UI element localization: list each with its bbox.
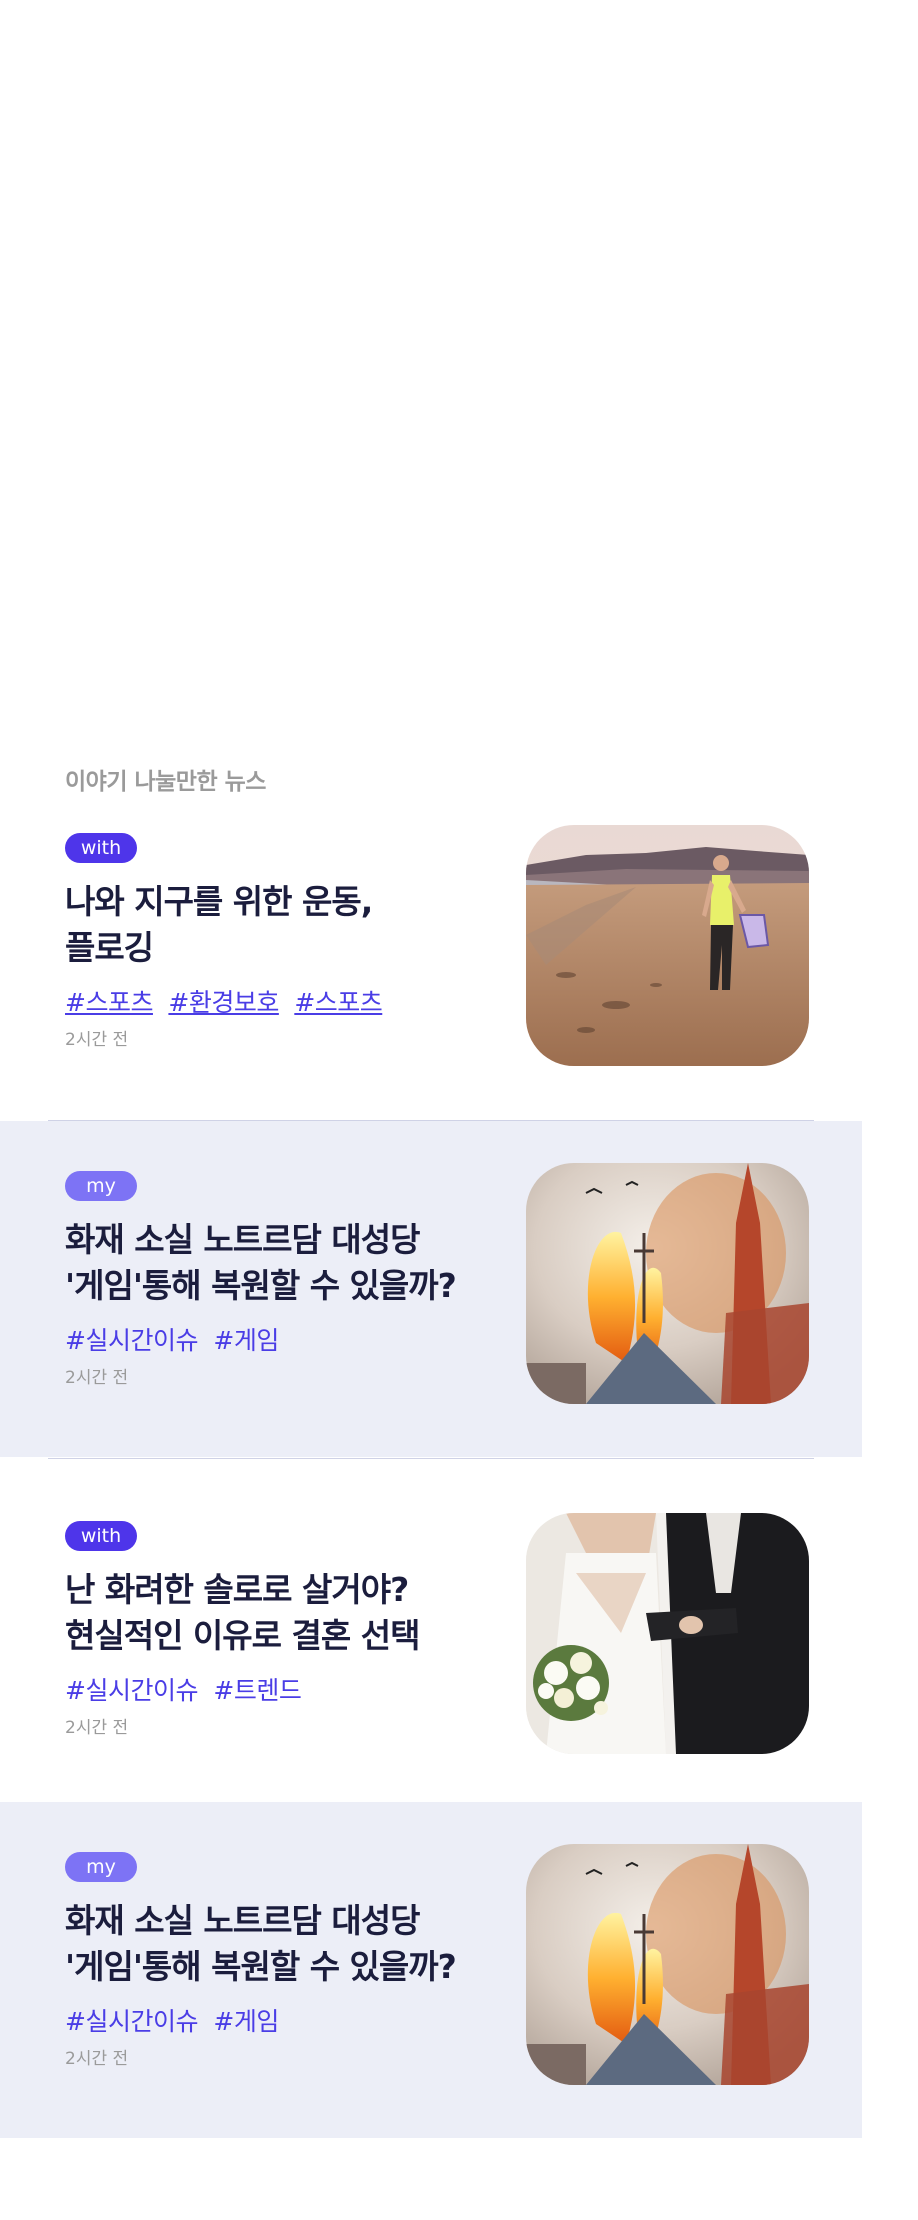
news-headline[interactable]: 화재 소실 노트르담 대성당 '게임'통해 복원할 수 있을까? bbox=[65, 1217, 545, 1309]
beach-runner-photo[interactable] bbox=[526, 825, 809, 1066]
hashtag-link[interactable]: #실시간이슈 bbox=[65, 2007, 198, 2036]
hashtag-link[interactable]: #실시간이슈 bbox=[65, 1676, 198, 1705]
hashtag-link[interactable]: #환경보호 bbox=[168, 988, 279, 1017]
news-card-4[interactable]: my 화재 소실 노트르담 대성당 '게임'통해 복원할 수 있을까? #실시간… bbox=[0, 1802, 862, 2138]
notre-dame-fire-photo[interactable] bbox=[526, 1163, 809, 1404]
hashtag-link[interactable]: #실시간이슈 bbox=[65, 1326, 198, 1355]
news-headline[interactable]: 화재 소실 노트르담 대성당 '게임'통해 복원할 수 있을까? bbox=[65, 1898, 545, 1990]
badge-my: my bbox=[65, 1171, 137, 1201]
hashtag-list: #스포츠 #환경보호 #스포츠 bbox=[65, 983, 390, 1019]
hashtag-link[interactable]: #게임 bbox=[213, 1326, 279, 1355]
timestamp: 2시간 전 bbox=[65, 1718, 129, 1738]
hashtag-link[interactable]: #트렌드 bbox=[213, 1676, 301, 1705]
hashtag-link[interactable]: #게임 bbox=[213, 2007, 279, 2036]
wedding-couple-photo[interactable] bbox=[526, 1513, 809, 1754]
news-headline[interactable]: 나와 지구를 위한 운동, 플로깅 bbox=[65, 879, 515, 971]
hashtag-list: #실시간이슈 #트렌드 bbox=[65, 1671, 309, 1707]
news-card-1[interactable]: with 나와 지구를 위한 운동, 플로깅 #스포츠 #환경보호 #스포츠 2… bbox=[0, 783, 862, 1119]
badge-my: my bbox=[65, 1852, 137, 1882]
news-card-2[interactable]: my 화재 소실 노트르담 대성당 '게임'통해 복원할 수 있을까? #실시간… bbox=[0, 1121, 862, 1457]
hashtag-list: #실시간이슈 #게임 bbox=[65, 1321, 287, 1357]
news-headline[interactable]: 난 화려한 솔로로 살거야? 현실적인 이유로 결혼 선택 bbox=[65, 1567, 515, 1659]
timestamp: 2시간 전 bbox=[65, 2049, 129, 2069]
hashtag-link[interactable]: #스포츠 bbox=[65, 988, 153, 1017]
badge-with: with bbox=[65, 833, 137, 863]
hashtag-list: #실시간이슈 #게임 bbox=[65, 2002, 287, 2038]
timestamp: 2시간 전 bbox=[65, 1030, 129, 1050]
badge-with: with bbox=[65, 1521, 137, 1551]
timestamp: 2시간 전 bbox=[65, 1368, 129, 1388]
divider bbox=[48, 1458, 814, 1459]
notre-dame-fire-photo[interactable] bbox=[526, 1844, 809, 2085]
news-card-3[interactable]: with 난 화려한 솔로로 살거야? 현실적인 이유로 결혼 선택 #실시간이… bbox=[0, 1471, 862, 1807]
hashtag-link[interactable]: #스포츠 bbox=[294, 988, 382, 1017]
